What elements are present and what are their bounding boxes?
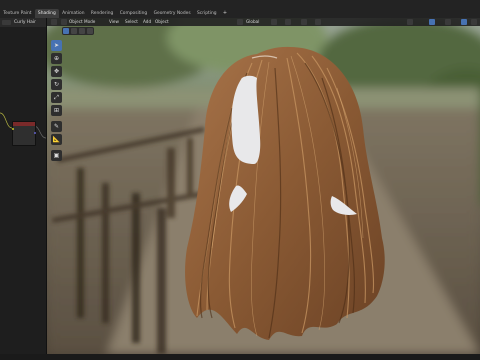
output-socket[interactable] — [34, 132, 36, 134]
tab-geometry-nodes[interactable]: Geometry Nodes — [150, 9, 193, 18]
cursor-icon: ⊕ — [53, 55, 60, 62]
node-row — [13, 138, 35, 142]
shader-node[interactable] — [12, 121, 36, 146]
scale-icon: ⤢ — [54, 93, 59, 101]
menu-object[interactable]: Object — [155, 18, 169, 26]
transform-tool-button[interactable]: ⊞ — [51, 105, 62, 116]
transform-orientation-dropdown[interactable]: Global — [246, 18, 259, 26]
tab-scripting[interactable]: Scripting — [194, 9, 220, 18]
workspace-tabs: Texture Paint Shading Animation Renderin… — [0, 9, 230, 18]
measure-icon: 📐 — [52, 136, 61, 143]
workspace-bar: Texture Paint Shading Animation Renderin… — [0, 0, 480, 18]
menu-select[interactable]: Select — [125, 18, 138, 26]
overlay-icon[interactable] — [445, 19, 451, 25]
menu-view[interactable]: View — [109, 18, 119, 26]
tab-rendering[interactable]: Rendering — [88, 9, 117, 18]
snap-icon[interactable] — [285, 19, 291, 25]
selection-mode-buttons — [62, 27, 94, 35]
status-bar — [0, 354, 480, 360]
editor-type-icon[interactable] — [51, 19, 57, 25]
shading-options-icon[interactable] — [471, 19, 477, 25]
material-name[interactable]: Curly Hair — [14, 20, 36, 25]
add-cube-tool-button[interactable]: ▣ — [51, 150, 62, 161]
viewport-header: Object Mode View Select Add Object Globa… — [47, 18, 480, 26]
cursor-tool-button[interactable]: ⊕ — [51, 53, 62, 64]
editor-type-dropdown[interactable] — [2, 20, 11, 25]
scale-tool-button[interactable]: ⤢ — [51, 92, 62, 103]
tab-compositing[interactable]: Compositing — [117, 9, 151, 18]
shading-mode-icon[interactable] — [461, 19, 467, 25]
menu-add[interactable]: Add — [143, 18, 151, 26]
shader-editor-panel: Curly Hair — [0, 18, 47, 354]
node-links — [0, 112, 46, 139]
add-workspace-button[interactable]: + — [220, 9, 231, 18]
select-extend-button[interactable] — [71, 28, 77, 34]
gizmo-toggle-icon[interactable] — [429, 19, 435, 25]
visibility-icon[interactable] — [407, 19, 413, 25]
move-tool-button[interactable]: ✥ — [51, 66, 62, 77]
rotate-tool-button[interactable]: ↻ — [51, 79, 62, 90]
transform-orientation-icon[interactable] — [237, 19, 243, 25]
select-invert-button[interactable] — [87, 28, 93, 34]
tool-strip: ➤ ⊕ ✥ ↻ ⤢ ⊞ ✎ 📐 ▣ — [51, 40, 63, 163]
tab-texture-paint[interactable]: Texture Paint — [0, 9, 35, 18]
viewport-render — [47, 18, 480, 354]
select-new-button[interactable] — [63, 28, 69, 34]
object-mode-icon[interactable] — [61, 19, 67, 25]
input-socket[interactable] — [12, 128, 14, 130]
select-icon: ➤ — [53, 42, 60, 49]
select-subtract-button[interactable] — [79, 28, 85, 34]
select-tool-button[interactable]: ➤ — [51, 40, 62, 51]
add-cube-icon: ▣ — [53, 152, 60, 159]
proportional-edit-icon[interactable] — [301, 19, 307, 25]
shader-editor-header: Curly Hair — [0, 18, 46, 27]
tab-shading[interactable]: Shading — [34, 9, 59, 18]
falloff-icon[interactable] — [315, 19, 321, 25]
annotate-icon: ✎ — [53, 123, 60, 130]
pivot-icon[interactable] — [271, 19, 277, 25]
tab-animation[interactable]: Animation — [59, 9, 88, 18]
rotate-icon: ↻ — [53, 81, 60, 88]
transform-icon: ⊞ — [53, 107, 60, 114]
object-mode-dropdown[interactable]: Object Mode — [69, 18, 95, 26]
move-icon: ✥ — [53, 68, 60, 75]
annotate-tool-button[interactable]: ✎ — [51, 121, 62, 132]
measure-tool-button[interactable]: 📐 — [51, 134, 62, 145]
3d-viewport[interactable] — [47, 18, 480, 354]
